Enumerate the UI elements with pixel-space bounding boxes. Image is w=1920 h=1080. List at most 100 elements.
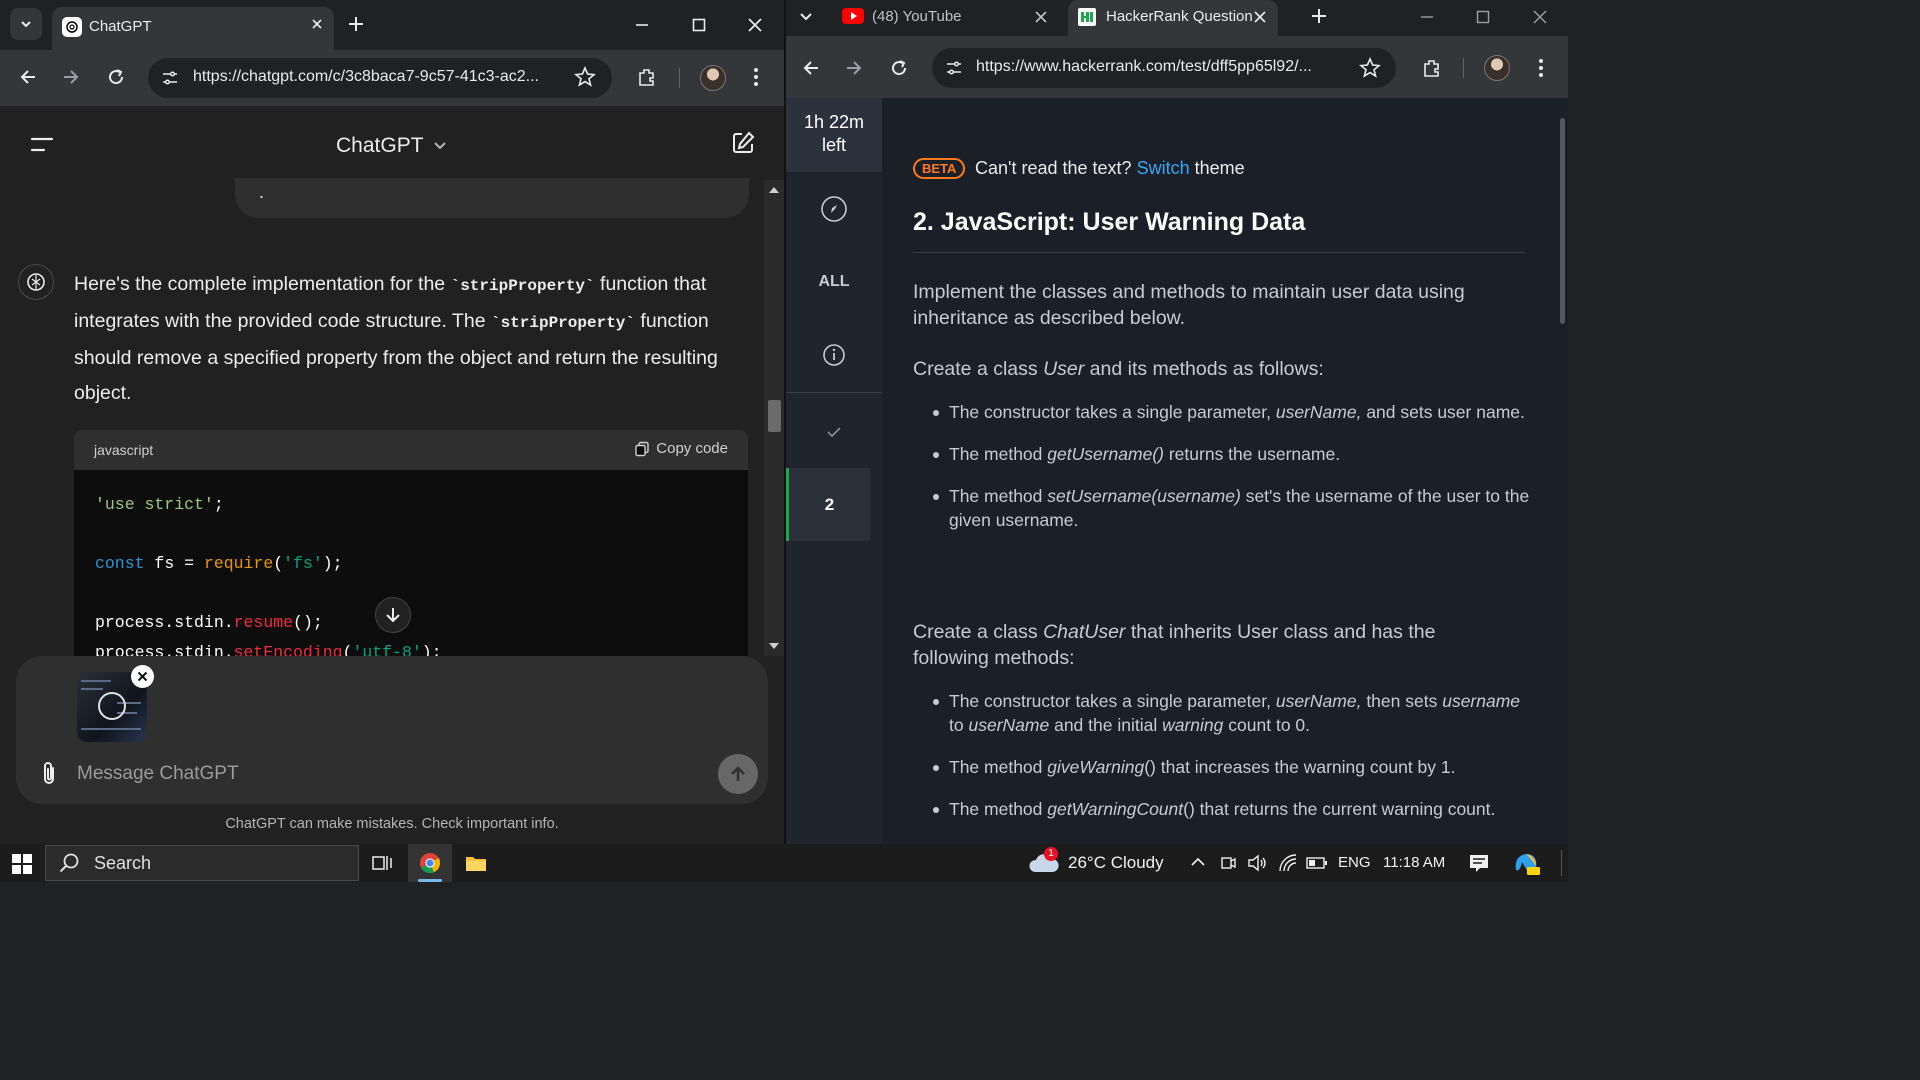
code-line: const fs = require('fs'); bbox=[95, 554, 343, 573]
tab-search-button[interactable] bbox=[10, 8, 42, 40]
windows-start-icon[interactable] bbox=[12, 854, 32, 874]
address-bar[interactable]: https://chatgpt.com/c/3c8baca7-9c57-41c3… bbox=[148, 58, 612, 98]
minimize-icon bbox=[1421, 16, 1433, 18]
openai-logo-icon bbox=[62, 17, 82, 37]
code-line: process.stdin.setEncoding('utf-8'); bbox=[95, 642, 442, 657]
volume-icon[interactable] bbox=[1247, 854, 1267, 872]
reload-button[interactable] bbox=[889, 58, 909, 78]
info-icon[interactable] bbox=[786, 342, 882, 368]
close-tab-icon bbox=[1254, 11, 1266, 23]
content-scrollbar[interactable] bbox=[1558, 98, 1568, 844]
notification-icon[interactable] bbox=[1468, 853, 1490, 873]
youtube-logo-icon bbox=[842, 8, 864, 24]
switch-theme-link[interactable]: Switch bbox=[1137, 158, 1190, 178]
text: and its methods as follows: bbox=[1089, 358, 1324, 380]
tab-youtube[interactable]: (48) YouTube bbox=[836, 2, 1050, 32]
minimize-button[interactable] bbox=[622, 10, 662, 40]
copy-code-button[interactable]: Copy code bbox=[634, 440, 728, 457]
battery-icon[interactable] bbox=[1306, 856, 1328, 870]
sidebar-divider bbox=[786, 392, 882, 393]
url-text: https://www.hackerrank.com/test/dff5pp65… bbox=[976, 58, 1312, 75]
code-block: javascript Copy code 'use strict'; ​ const… bbox=[74, 430, 748, 656]
bookmark-star-icon[interactable] bbox=[574, 66, 596, 88]
chevron-up-icon[interactable] bbox=[1190, 856, 1206, 868]
model-selector-label: ChatGPT bbox=[336, 134, 424, 157]
attach-file-icon[interactable] bbox=[38, 760, 60, 788]
send-button[interactable] bbox=[718, 754, 758, 794]
list-item: The method giveWarning() that increases … bbox=[930, 755, 1530, 779]
message-text: Here's the complete implementation for t… bbox=[74, 273, 446, 295]
show-desktop-button[interactable] bbox=[1561, 850, 1562, 876]
profile-avatar[interactable] bbox=[1484, 55, 1510, 81]
taskbar-search-box[interactable]: Search bbox=[45, 845, 359, 881]
weather-text[interactable]: 26°C Cloudy bbox=[1068, 853, 1164, 873]
tab-hackerrank[interactable]: HackerRank Question bbox=[1068, 0, 1278, 38]
compass-icon[interactable] bbox=[786, 194, 882, 224]
inline-code: `stripProperty` bbox=[450, 277, 595, 295]
close-window-button[interactable] bbox=[1532, 9, 1548, 25]
new-tab-button[interactable] bbox=[1308, 5, 1330, 27]
back-button[interactable] bbox=[801, 58, 821, 78]
list-item: The constructor takes a single parameter… bbox=[930, 400, 1530, 424]
reload-button[interactable] bbox=[106, 67, 126, 87]
tab-chatgpt[interactable]: ChatGPT bbox=[52, 7, 334, 50]
checkmark-icon[interactable] bbox=[786, 422, 882, 442]
meet-now-icon[interactable] bbox=[1220, 854, 1236, 872]
scrollbar-thumb[interactable] bbox=[1560, 118, 1565, 324]
back-button[interactable] bbox=[18, 67, 38, 87]
site-info-icon[interactable] bbox=[160, 68, 180, 88]
new-chat-icon[interactable] bbox=[730, 130, 756, 156]
site-info-icon[interactable] bbox=[944, 58, 964, 78]
browser-menu-icon[interactable] bbox=[746, 66, 766, 88]
user-methods-list: The constructor takes a single parameter… bbox=[930, 400, 1530, 550]
message-input[interactable]: Message ChatGPT bbox=[77, 763, 239, 785]
extensions-icon[interactable] bbox=[636, 66, 658, 88]
tab-search-button[interactable] bbox=[798, 8, 814, 24]
close-icon bbox=[748, 18, 762, 32]
bookmark-star-icon[interactable] bbox=[1359, 57, 1381, 79]
close-window-button[interactable] bbox=[735, 10, 775, 40]
chatgpt-browser-window: ChatGPT https://chatgpt.com/c/3c8baca7-9… bbox=[0, 0, 784, 844]
file-explorer-icon[interactable] bbox=[465, 853, 487, 873]
clock[interactable]: 11:18 AM bbox=[1383, 854, 1445, 871]
time-remaining-value: 1h 22m bbox=[803, 112, 865, 132]
model-selector[interactable]: ChatGPT bbox=[336, 134, 447, 158]
copilot-icon[interactable] bbox=[1512, 850, 1540, 876]
text: Create a class bbox=[913, 358, 1038, 380]
task-view-icon[interactable] bbox=[371, 853, 393, 873]
list-item: The method getUsername() returns the use… bbox=[930, 442, 1530, 466]
plus-icon bbox=[1312, 9, 1326, 23]
browser-menu-icon[interactable] bbox=[1531, 57, 1551, 79]
minimize-button[interactable] bbox=[1420, 10, 1434, 24]
question-2-button[interactable]: 2 bbox=[786, 468, 870, 541]
scroll-to-bottom-button[interactable] bbox=[375, 597, 411, 633]
profile-avatar[interactable] bbox=[700, 65, 726, 91]
forward-button[interactable] bbox=[844, 58, 864, 78]
scrollbar-thumb[interactable] bbox=[768, 400, 781, 432]
extensions-icon[interactable] bbox=[1421, 57, 1443, 79]
chevron-down-icon bbox=[21, 21, 31, 28]
language-indicator[interactable]: ENG bbox=[1338, 854, 1371, 871]
chrome-taskbar-button[interactable] bbox=[408, 844, 452, 882]
remove-attachment-button[interactable] bbox=[131, 665, 154, 688]
title-divider bbox=[913, 252, 1525, 253]
all-questions-button[interactable]: ALL bbox=[786, 271, 882, 293]
address-bar[interactable]: https://www.hackerrank.com/test/dff5pp65… bbox=[932, 48, 1396, 88]
loading-spinner-icon bbox=[98, 692, 126, 720]
maximize-button[interactable] bbox=[679, 10, 719, 40]
arrow-down-icon bbox=[386, 608, 400, 623]
new-tab-button[interactable] bbox=[344, 12, 368, 36]
chat-scrollbar[interactable] bbox=[764, 180, 784, 656]
maximize-button[interactable] bbox=[1476, 10, 1490, 24]
list-item: The constructor takes a single parameter… bbox=[930, 689, 1530, 737]
hackerrank-browser-window: (48) YouTube HackerRank Question https:/… bbox=[786, 0, 1568, 844]
forward-button[interactable] bbox=[61, 67, 81, 87]
sidebar-toggle-icon[interactable] bbox=[30, 136, 54, 154]
weather-cloud-icon[interactable]: 1 bbox=[1028, 847, 1060, 876]
close-tab-icon[interactable] bbox=[310, 17, 324, 31]
chatgpt-avatar-icon bbox=[18, 264, 54, 300]
class-name: ChatUser bbox=[1043, 621, 1126, 643]
chat-header: ChatGPT bbox=[0, 106, 784, 180]
wifi-icon[interactable] bbox=[1278, 854, 1298, 872]
scroll-down-arrow-icon bbox=[769, 643, 779, 649]
